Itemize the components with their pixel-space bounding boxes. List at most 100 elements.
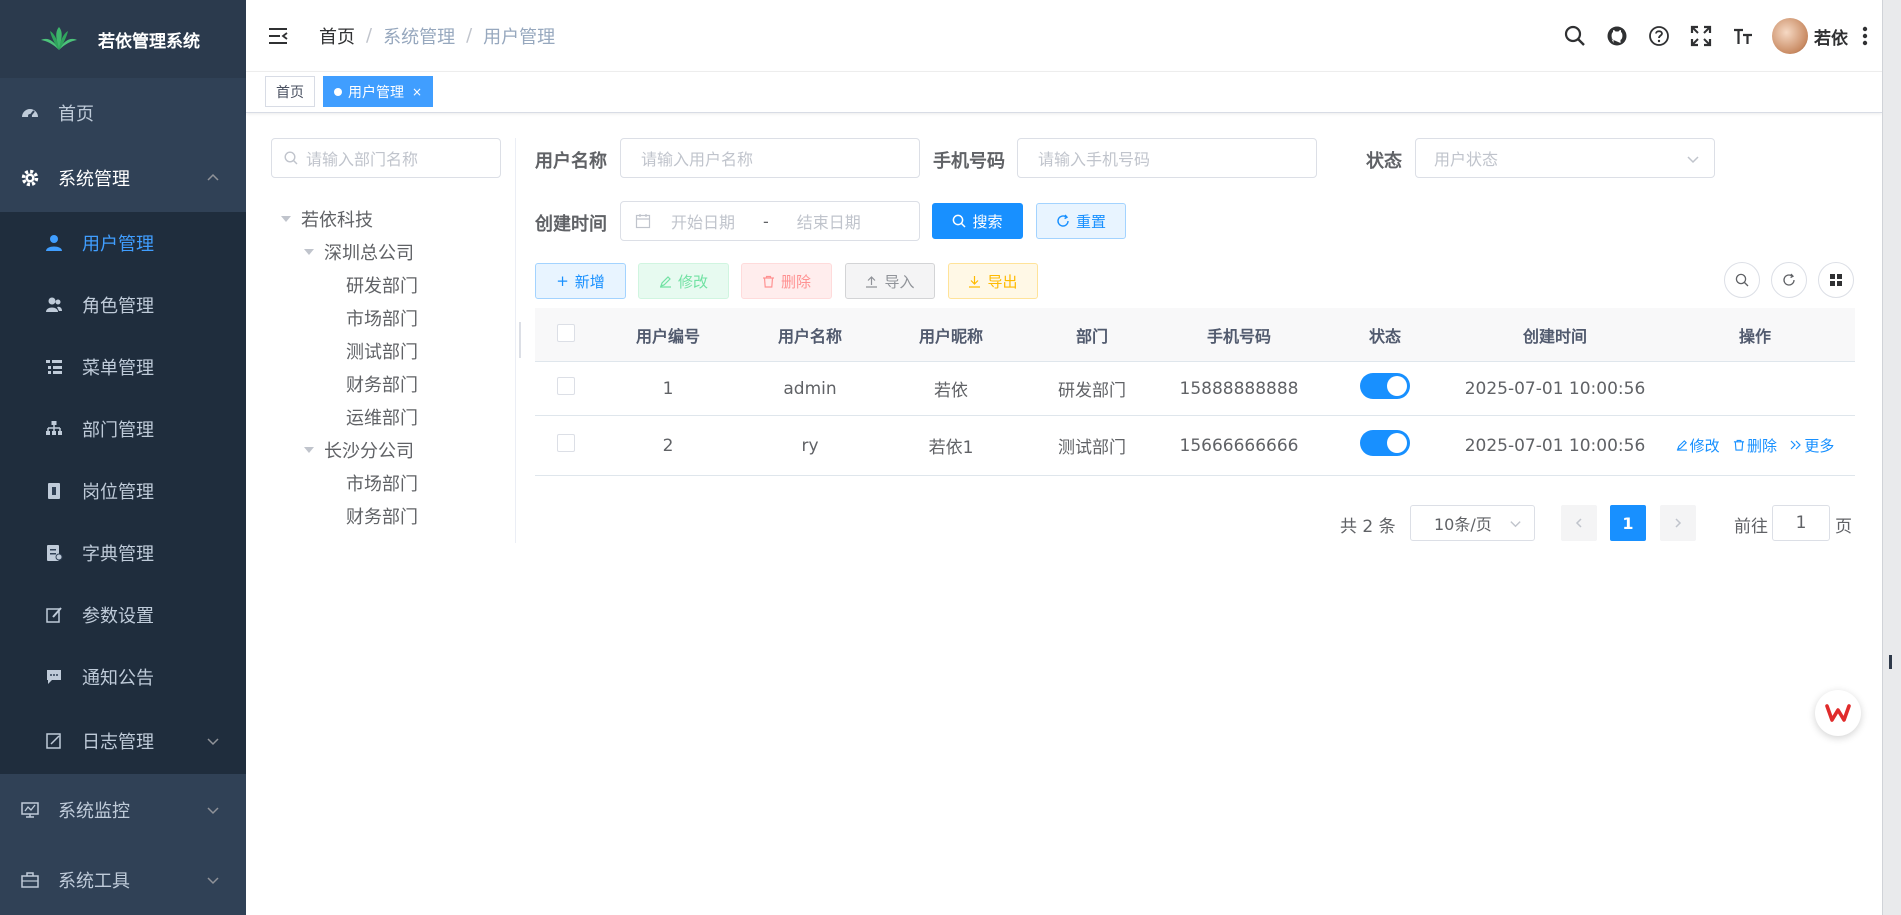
sidebar-item-role-management[interactable]: 角色管理	[0, 274, 246, 336]
active-dot	[334, 87, 342, 96]
import-button[interactable]: 导入	[845, 263, 935, 299]
export-button[interactable]: 导出	[948, 263, 1038, 299]
edit-button[interactable]: 修改	[638, 263, 729, 299]
phone-label: 手机号码	[933, 151, 1005, 172]
reset-button[interactable]: 重置	[1036, 203, 1126, 239]
more-vertical-icon[interactable]	[1852, 0, 1878, 72]
caret-down-icon[interactable]	[304, 446, 314, 453]
breadcrumb-separator: /	[366, 25, 373, 46]
sidebar-item-dept-management[interactable]: 部门管理	[0, 398, 246, 460]
dept-search-placeholder: 请输入部门名称	[306, 150, 419, 169]
wps-floating-icon[interactable]	[1815, 690, 1861, 736]
pane-splitter-handle[interactable]	[519, 322, 521, 358]
status-select[interactable]: 用户状态	[1415, 138, 1715, 178]
phone-input[interactable]: 请输入手机号码	[1017, 138, 1317, 178]
select-all-checkbox[interactable]	[557, 323, 575, 342]
user-name[interactable]: 若依	[1814, 24, 1848, 49]
row-delete-link[interactable]: 删除	[1733, 435, 1777, 456]
sidebar-item-user-management[interactable]: 用户管理	[0, 212, 246, 274]
search-icon[interactable]	[1554, 0, 1596, 72]
chevron-down-icon	[1687, 156, 1699, 164]
menu-item-system[interactable]: 系统管理	[0, 144, 246, 212]
date-start-placeholder[interactable]: 开始日期	[671, 209, 735, 233]
tab-user-management[interactable]: 用户管理 ×	[323, 76, 434, 107]
date-end-placeholder[interactable]: 结束日期	[797, 209, 861, 233]
prev-page-button[interactable]	[1561, 505, 1597, 541]
tree-icon	[44, 419, 64, 439]
column-header[interactable]: 手机号码	[1163, 323, 1315, 347]
sidebar-item-notice[interactable]: 通知公告	[0, 646, 246, 708]
menu-item-tools[interactable]: 系统工具	[0, 846, 246, 914]
caret-down-icon[interactable]	[281, 215, 291, 222]
status-switch[interactable]	[1360, 430, 1410, 456]
sidebar-item-post-management[interactable]: 岗位管理	[0, 460, 246, 522]
delete-button[interactable]: 删除	[741, 263, 832, 299]
plus-icon: +	[556, 272, 569, 290]
date-range-picker[interactable]: 开始日期 - 结束日期	[620, 201, 920, 241]
font-size-icon[interactable]	[1722, 0, 1764, 72]
tree-node[interactable]: 深圳总公司	[271, 235, 511, 268]
table-row[interactable]: 2 ry 若依1 测试部门 15666666666 2025-07-01 10:…	[535, 416, 1855, 476]
row-checkbox[interactable]	[557, 434, 575, 452]
row-checkbox-cell	[535, 434, 597, 457]
close-icon[interactable]: ×	[412, 85, 422, 99]
columns-toggle-button[interactable]	[1818, 262, 1854, 298]
phone-placeholder: 请输入手机号码	[1038, 150, 1151, 169]
column-header: 操作	[1738, 326, 1771, 346]
tree-node[interactable]: 研发部门	[271, 268, 511, 301]
hamburger-icon[interactable]	[267, 25, 289, 47]
dept-search-input[interactable]: 请输入部门名称	[271, 138, 501, 178]
refresh-table-button[interactable]	[1771, 262, 1807, 298]
chevron-right-icon	[1675, 518, 1682, 528]
column-header[interactable]: 用户名称	[739, 323, 881, 347]
menu-item-home[interactable]: 首页	[0, 82, 246, 144]
tree-node[interactable]: 运维部门	[271, 400, 511, 433]
breadcrumb-home[interactable]: 首页	[319, 23, 355, 49]
tree-node[interactable]: 长沙分公司	[271, 433, 511, 466]
column-header[interactable]: 用户昵称	[881, 323, 1021, 347]
column-header[interactable]: 状态	[1315, 323, 1455, 347]
table-row[interactable]: 1 admin 若依 研发部门 15888888888 2025-07-01 1…	[535, 362, 1855, 416]
add-button-label: 新增	[574, 272, 605, 291]
row-more-link[interactable]: 更多	[1790, 435, 1834, 456]
row-checkbox[interactable]	[557, 377, 575, 395]
next-page-button[interactable]	[1660, 505, 1696, 541]
delete-icon	[1733, 440, 1745, 451]
column-header[interactable]: 创建时间	[1455, 323, 1655, 347]
pane-splitter[interactable]	[515, 138, 516, 543]
avatar[interactable]	[1772, 18, 1808, 54]
sidebar-item-menu-management[interactable]: 菜单管理	[0, 336, 246, 398]
grid-icon	[1830, 274, 1842, 286]
column-header[interactable]: 用户编号	[597, 323, 739, 347]
caret-down-icon[interactable]	[304, 248, 314, 255]
tree-node[interactable]: 测试部门	[271, 334, 511, 367]
github-icon[interactable]	[1596, 0, 1638, 72]
tab-home[interactable]: 首页	[265, 76, 315, 107]
tree-node[interactable]: 若依科技	[271, 202, 511, 235]
logo[interactable]: 若依管理系统	[0, 0, 246, 78]
tree-node[interactable]: 市场部门	[271, 466, 511, 499]
username-input[interactable]: 请输入用户名称	[620, 138, 920, 178]
sidebar-item-log-management[interactable]: 日志管理	[0, 708, 246, 774]
app-title: 若依管理系统	[98, 31, 200, 52]
menu-item-monitor[interactable]: 系统监控	[0, 774, 246, 846]
tree-node[interactable]: 市场部门	[271, 301, 511, 334]
row-more-label: 更多	[1804, 436, 1835, 455]
goto-page-input[interactable]: 1	[1772, 505, 1830, 541]
help-icon[interactable]	[1638, 0, 1680, 72]
search-button[interactable]: 搜索	[932, 203, 1023, 239]
fullscreen-icon[interactable]	[1680, 0, 1722, 72]
tree-node[interactable]: 财务部门	[271, 367, 511, 400]
sidebar-item-config-settings[interactable]: 参数设置	[0, 584, 246, 646]
tree-node-label: 研发部门	[346, 275, 418, 297]
add-button[interactable]: + 新增	[535, 263, 626, 299]
sidebar-item-dict-management[interactable]: 字典管理	[0, 522, 246, 584]
refresh-icon	[1057, 214, 1069, 227]
column-header[interactable]: 部门	[1021, 323, 1163, 347]
row-edit-link[interactable]: 修改	[1676, 435, 1720, 456]
status-switch[interactable]	[1360, 373, 1410, 399]
toggle-search-button[interactable]	[1724, 262, 1760, 298]
page-size-select[interactable]: 10条/页	[1410, 505, 1535, 541]
tree-node[interactable]: 财务部门	[271, 499, 511, 532]
page-number-current[interactable]: 1	[1610, 505, 1646, 541]
